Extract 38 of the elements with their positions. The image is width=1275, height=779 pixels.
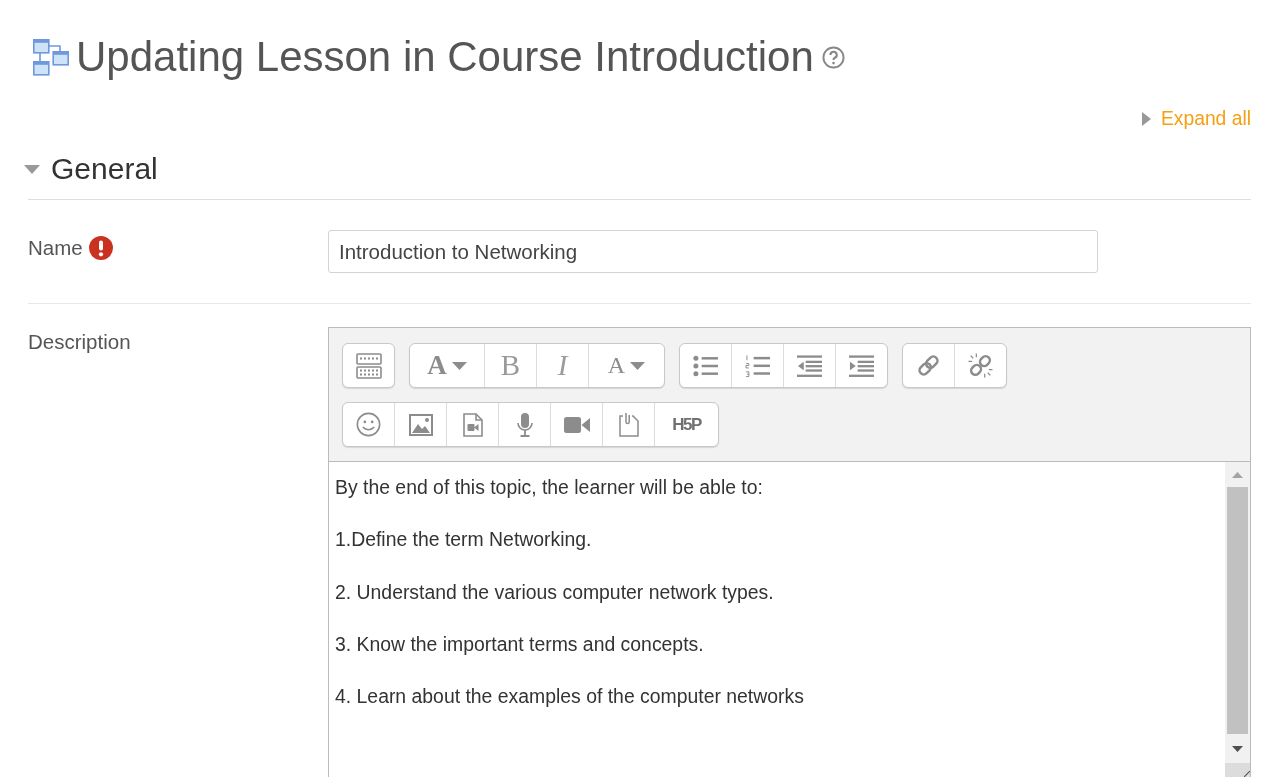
video-camera-icon [563, 415, 590, 434]
caret-right-icon [1141, 112, 1151, 126]
paragraph-style-button[interactable]: A [410, 344, 484, 387]
bold-button[interactable]: B [484, 344, 536, 387]
triangle-down-icon [1232, 745, 1243, 752]
scrollbar-thumb[interactable] [1227, 487, 1248, 734]
paperclip-document-icon [618, 412, 639, 437]
flowchart-icon [33, 38, 70, 76]
resize-handle[interactable] [1225, 763, 1250, 777]
page-title: Updating Lesson in Course Introduction [76, 35, 814, 79]
resize-grip-icon [1244, 771, 1250, 777]
help-icon[interactable] [821, 45, 845, 69]
microphone-icon [515, 411, 534, 438]
paragraph: 4. Learn about the examples of the computer networks [335, 684, 804, 710]
paragraph: 1.Define the term Networking. [335, 527, 592, 553]
numbered-list-icon [745, 353, 770, 378]
font-color-button[interactable]: A [588, 344, 664, 387]
field-label: Description [28, 330, 131, 354]
field-label: Name [28, 236, 83, 260]
paragraph: 2. Understand the various computer network types. [335, 579, 774, 605]
chain-link-icon [916, 353, 941, 378]
section-title: General [51, 151, 158, 187]
name-input[interactable]: Introduction to Networking [328, 230, 1098, 273]
expand-all-link[interactable]: Expand all [1141, 108, 1251, 130]
broken-chain-icon [968, 353, 993, 378]
grid-panel-icon [355, 352, 382, 379]
video-file-icon [462, 412, 483, 437]
outdent-icon [797, 353, 822, 378]
indent-icon [849, 353, 874, 378]
bullet-list-icon [693, 354, 718, 377]
paragraph: By the end of this topic, the learner will be able to: [335, 475, 763, 500]
h5p-button[interactable]: H5P [654, 403, 718, 446]
paragraph: 3. Know the important terms and concepts. [335, 631, 704, 657]
triangle-up-icon [1232, 471, 1243, 478]
picture-icon [408, 413, 433, 436]
caret-down-icon[interactable] [24, 164, 40, 174]
smiley-icon [356, 412, 381, 437]
italic-button[interactable]: I [536, 344, 588, 387]
